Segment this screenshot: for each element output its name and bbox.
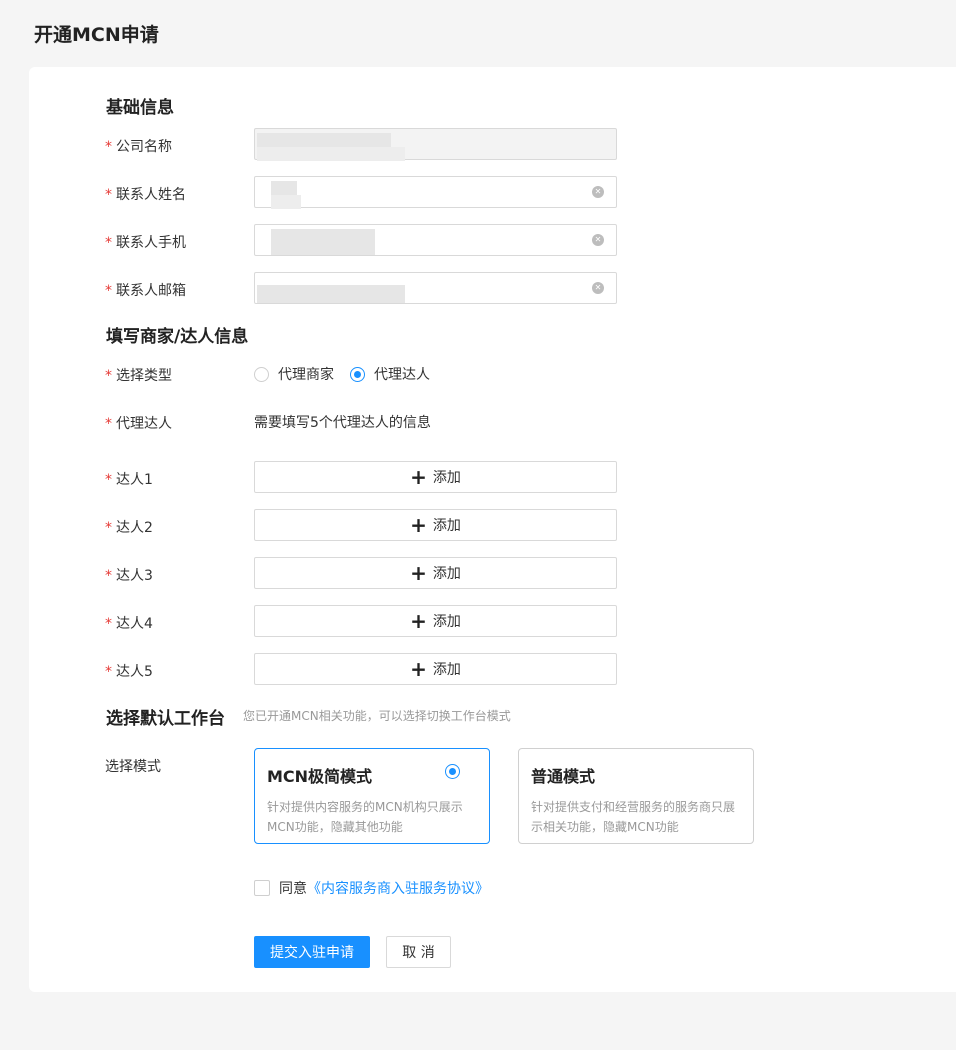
button-label: 添加 — [432, 566, 461, 582]
add-talent-1-button[interactable]: + 添加 — [254, 461, 617, 493]
redacted-text — [257, 147, 405, 161]
label-agent-talent: * 代理达人 — [105, 416, 172, 432]
contact-phone-input[interactable]: ✕ — [254, 224, 617, 256]
radio-label: 代理达人 — [374, 367, 430, 383]
clear-icon[interactable]: ✕ — [592, 186, 604, 198]
label-contact-email: * 联系人邮箱 — [105, 283, 186, 299]
clear-icon[interactable]: ✕ — [592, 234, 604, 246]
mode-card-normal[interactable]: 普通模式 针对提供支付和经营服务的服务商只展示相关功能，隐藏MCN功能 — [518, 748, 754, 844]
contact-email-input[interactable]: ✕ — [254, 272, 617, 304]
mode-card-mcn-simple[interactable]: MCN极简模式 针对提供内容服务的MCN机构只展示MCN功能，隐藏其他功能 — [254, 748, 490, 844]
type-radio-group: 代理商家 代理达人 — [254, 364, 446, 384]
radio-agent-talent[interactable]: 代理达人 — [350, 364, 430, 384]
page-title: 开通MCN申请 — [34, 24, 159, 46]
cancel-button[interactable]: 取 消 — [386, 936, 451, 968]
company-name-input[interactable] — [254, 128, 617, 161]
label-contact-phone: * 联系人手机 — [105, 235, 186, 251]
workbench-subtitle: 您已开通MCN相关功能，可以选择切换工作台模式 — [243, 709, 511, 723]
redacted-text — [271, 229, 375, 255]
radio-label: 代理商家 — [278, 367, 334, 383]
button-label: 添加 — [432, 470, 461, 486]
section-title-merchant: 填写商家/达人信息 — [106, 327, 249, 347]
button-label: 添加 — [432, 518, 461, 534]
label-talent-4: * 达人4 — [105, 616, 153, 632]
agreement-checkbox[interactable] — [254, 880, 270, 896]
label-talent-2: * 达人2 — [105, 520, 153, 536]
add-talent-5-button[interactable]: + 添加 — [254, 653, 617, 685]
add-talent-2-button[interactable]: + 添加 — [254, 509, 617, 541]
label-talent-5: * 达人5 — [105, 664, 153, 680]
label-select-mode: 选择模式 — [105, 759, 161, 775]
button-label: 添加 — [432, 614, 461, 630]
label-select-type: * 选择类型 — [105, 368, 172, 384]
agreement-row: 同意 《内容服务商入驻服务协议》 — [254, 878, 489, 898]
submit-button[interactable]: 提交入驻申请 — [254, 936, 370, 968]
mode-desc: 针对提供支付和经营服务的服务商只展示相关功能，隐藏MCN功能 — [531, 800, 736, 834]
label-company-name: * 公司名称 — [105, 139, 172, 155]
redacted-text — [257, 285, 405, 303]
mode-radio[interactable] — [445, 764, 460, 779]
mode-desc: 针对提供内容服务的MCN机构只展示MCN功能，隐藏其他功能 — [267, 800, 463, 834]
radio-agent-merchant[interactable]: 代理商家 — [254, 364, 334, 384]
redacted-text — [257, 133, 391, 147]
label-talent-1: * 达人1 — [105, 472, 153, 488]
redacted-text — [271, 181, 297, 195]
section-title-workbench: 选择默认工作台 — [106, 709, 225, 729]
label-contact-name: * 联系人姓名 — [105, 187, 186, 203]
mode-title: 普通模式 — [531, 767, 596, 786]
agent-helper-text: 需要填写5个代理达人的信息 — [254, 415, 431, 431]
radio-circle[interactable] — [350, 366, 365, 382]
plus-icon: + — [410, 561, 427, 585]
agreement-prefix: 同意 — [279, 881, 307, 897]
plus-icon: + — [410, 657, 427, 681]
radio-circle[interactable] — [254, 366, 269, 382]
redacted-text — [271, 195, 301, 209]
plus-icon: + — [410, 465, 427, 489]
plus-icon: + — [410, 609, 427, 633]
button-label: 添加 — [432, 662, 461, 678]
contact-name-input[interactable]: ✕ — [254, 176, 617, 209]
label-talent-3: * 达人3 — [105, 568, 153, 584]
agreement-link[interactable]: 《内容服务商入驻服务协议》 — [307, 878, 489, 898]
section-title-basic: 基础信息 — [106, 98, 174, 118]
plus-icon: + — [410, 513, 427, 537]
add-talent-4-button[interactable]: + 添加 — [254, 605, 617, 637]
clear-icon[interactable]: ✕ — [592, 282, 604, 294]
add-talent-3-button[interactable]: + 添加 — [254, 557, 617, 589]
